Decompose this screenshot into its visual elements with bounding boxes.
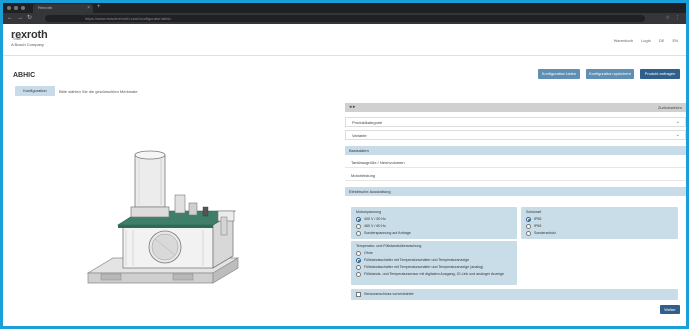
group-title: Schutzart bbox=[526, 210, 542, 214]
option-group-checkbox: Sensoranschluss vorverdrahtet bbox=[351, 289, 678, 300]
radio-button[interactable] bbox=[356, 224, 361, 229]
group-title: Motorspannung bbox=[356, 210, 381, 214]
page-title: ABHIC bbox=[13, 72, 36, 79]
option-group-monitoring: Temperatur- und Füllstandsüberwachung Oh… bbox=[351, 241, 517, 285]
subnav-hint: Bitte wählen Sie die gewünschten Merkmal… bbox=[59, 89, 138, 94]
browser-tab-bar: Rexroth × + bbox=[3, 3, 686, 13]
radio-button[interactable] bbox=[526, 231, 531, 236]
radio-option[interactable]: IP55 bbox=[526, 217, 541, 222]
chevron-down-icon: ⌄ bbox=[675, 119, 680, 125]
window-controls[interactable] bbox=[7, 6, 25, 10]
configuration-panel: ◂ ▸ Zurücksetzen Produktkategorie ⌄ Vari… bbox=[345, 103, 686, 326]
tab-title: Rexroth bbox=[38, 5, 53, 10]
save-config-button[interactable]: Konfiguration speichern bbox=[586, 69, 634, 79]
variant-select[interactable]: Variante ⌄ bbox=[345, 130, 686, 140]
option-label: Füllstands- und Temperatursensor mit dig… bbox=[364, 272, 504, 276]
logo-subtitle: A Bosch Company bbox=[11, 42, 44, 47]
radio-button[interactable] bbox=[356, 265, 361, 270]
radio-option[interactable]: Füllstandsschalter mit Temperaturschalte… bbox=[356, 265, 483, 270]
chevron-down-icon: ⌄ bbox=[675, 132, 680, 138]
checkbox-option[interactable]: Sensoranschluss vorverdrahtet bbox=[356, 292, 414, 297]
radio-option[interactable]: Sonderschutz bbox=[526, 231, 556, 236]
header-link-login[interactable]: Login bbox=[641, 38, 651, 43]
reload-icon[interactable]: ↻ bbox=[27, 15, 32, 22]
section-title: Basisdaten bbox=[349, 148, 369, 153]
radio-option[interactable]: IP65 bbox=[526, 224, 541, 229]
load-config-button[interactable]: Konfiguration laden bbox=[538, 69, 580, 79]
forward-arrow-icon[interactable]: → bbox=[17, 15, 23, 22]
header-link-lang-en[interactable]: EN bbox=[672, 38, 678, 43]
option-label: Füllstandsschalter mit Temperaturschalte… bbox=[364, 258, 470, 262]
select-label: Produktkategorie bbox=[352, 120, 383, 125]
browser-menu-icon[interactable]: ⋮ bbox=[675, 15, 680, 21]
option-label: 400 V / 50 Hz bbox=[364, 217, 386, 221]
radio-button[interactable] bbox=[526, 217, 531, 222]
radio-option[interactable]: Füllstandsschalter mit Temperaturschalte… bbox=[356, 258, 469, 263]
section-basic-data[interactable]: Basisdaten bbox=[345, 146, 686, 155]
url-text: https://www.boschrexroth.com/configurato… bbox=[85, 16, 172, 21]
bookmark-star-icon[interactable]: ☆ bbox=[666, 15, 670, 21]
option-label: Sensoranschluss vorverdrahtet bbox=[364, 292, 414, 296]
row-tank-size[interactable]: Tankbaugröße / Nennvolumen bbox=[345, 156, 686, 168]
radio-button[interactable] bbox=[356, 217, 361, 222]
row-label: Tankbaugröße / Nennvolumen bbox=[351, 160, 405, 165]
option-label: Ohne bbox=[364, 251, 373, 255]
panel-nav-icons[interactable]: ◂ ▸ bbox=[349, 104, 355, 110]
screen-frame: Rexroth × + ← → ↻ https://www.boschrexro… bbox=[0, 0, 689, 329]
new-tab-icon[interactable]: + bbox=[97, 4, 101, 10]
product-3d-viewer[interactable] bbox=[63, 133, 293, 323]
option-label: Sonderschutz bbox=[534, 231, 556, 235]
header-links: Warenkorb Login DE EN bbox=[614, 38, 678, 43]
site-header: rexroth A Bosch Company Warenkorb Login … bbox=[3, 24, 686, 56]
radio-button[interactable] bbox=[356, 251, 361, 256]
radio-option[interactable]: 460 V / 60 Hz bbox=[356, 224, 386, 229]
option-label: 460 V / 60 Hz bbox=[364, 224, 386, 228]
radio-option[interactable]: Sonderspannung auf Anfrage bbox=[356, 231, 411, 236]
browser-tab[interactable]: Rexroth × bbox=[33, 4, 93, 13]
option-label: IP65 bbox=[534, 224, 542, 228]
row-motor-power[interactable]: Motorleistung bbox=[345, 169, 686, 181]
section-electrical[interactable]: Elektrische Ausstattung bbox=[345, 187, 686, 196]
header-link-lang-de[interactable]: DE bbox=[659, 38, 665, 43]
hydraulic-unit-render bbox=[86, 150, 240, 284]
option-label: IP55 bbox=[534, 217, 542, 221]
back-arrow-icon[interactable]: ← bbox=[7, 15, 13, 22]
select-label: Variante bbox=[352, 133, 367, 138]
address-bar[interactable]: https://www.boschrexroth.com/configurato… bbox=[45, 15, 645, 22]
product-category-select[interactable]: Produktkategorie ⌄ bbox=[345, 117, 686, 127]
browser-toolbar: ← → ↻ https://www.boschrexroth.com/confi… bbox=[3, 13, 686, 24]
radio-button[interactable] bbox=[356, 258, 361, 263]
sub-navigation: Konfiguration Bitte wählen Sie die gewün… bbox=[11, 86, 686, 97]
row-label: Motorleistung bbox=[351, 173, 376, 178]
radio-button[interactable] bbox=[356, 231, 361, 236]
panel-toolbar: ◂ ▸ Zurücksetzen bbox=[345, 103, 686, 112]
option-label: Sonderspannung auf Anfrage bbox=[364, 231, 411, 235]
radio-button[interactable] bbox=[526, 224, 531, 229]
option-group-protection: Schutzart IP55 IP65 Sonderschutz bbox=[521, 207, 678, 239]
section-title: Elektrische Ausstattung bbox=[349, 189, 391, 194]
tab-close-icon[interactable]: × bbox=[87, 5, 90, 11]
header-link-cart[interactable]: Warenkorb bbox=[614, 38, 633, 43]
radio-option[interactable]: Ohne bbox=[356, 251, 373, 256]
tab-configuration[interactable]: Konfiguration bbox=[15, 86, 55, 96]
option-group-voltage: Motorspannung 400 V / 50 Hz 460 V / 60 H… bbox=[351, 207, 517, 239]
breadcrumb-start[interactable]: Start bbox=[13, 36, 21, 41]
radio-option[interactable]: Füllstands- und Temperatursensor mit dig… bbox=[356, 272, 512, 277]
radio-button[interactable] bbox=[356, 272, 361, 277]
group-title: Temperatur- und Füllstandsüberwachung bbox=[356, 244, 422, 248]
option-label: Füllstandsschalter mit Temperaturschalte… bbox=[364, 265, 484, 269]
checkbox[interactable] bbox=[356, 292, 361, 297]
action-buttons: Konfiguration laden Konfiguration speich… bbox=[538, 69, 680, 79]
reset-link[interactable]: Zurücksetzen bbox=[658, 105, 682, 110]
radio-option[interactable]: 400 V / 50 Hz bbox=[356, 217, 386, 222]
request-product-button[interactable]: Produkt anfragen bbox=[640, 69, 680, 79]
next-button[interactable]: Weiter bbox=[660, 305, 680, 314]
